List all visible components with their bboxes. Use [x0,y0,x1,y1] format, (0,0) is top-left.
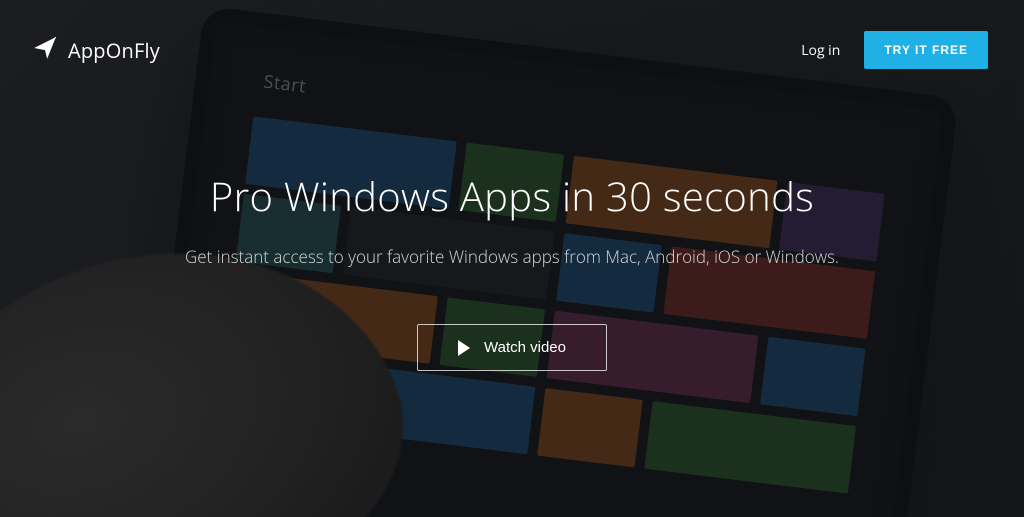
watch-video-label: Watch video [484,339,566,356]
landing-page: Start [0,0,1024,517]
hero-headline: Pro Windows Apps in 30 seconds [40,168,984,223]
paper-plane-icon [32,35,58,66]
site-header: AppOnFly Log in TRY IT FREE [0,0,1024,80]
brand-name: AppOnFly [68,37,160,64]
header-nav: Log in TRY IT FREE [801,31,988,69]
login-link[interactable]: Log in [801,41,840,60]
try-free-button[interactable]: TRY IT FREE [864,31,988,69]
hero-section: Pro Windows Apps in 30 seconds Get insta… [0,168,1024,371]
watch-video-button[interactable]: Watch video [417,324,607,371]
play-icon [458,340,470,356]
hero-subhead: Get instant access to your favorite Wind… [40,245,984,268]
brand-link[interactable]: AppOnFly [32,35,160,66]
